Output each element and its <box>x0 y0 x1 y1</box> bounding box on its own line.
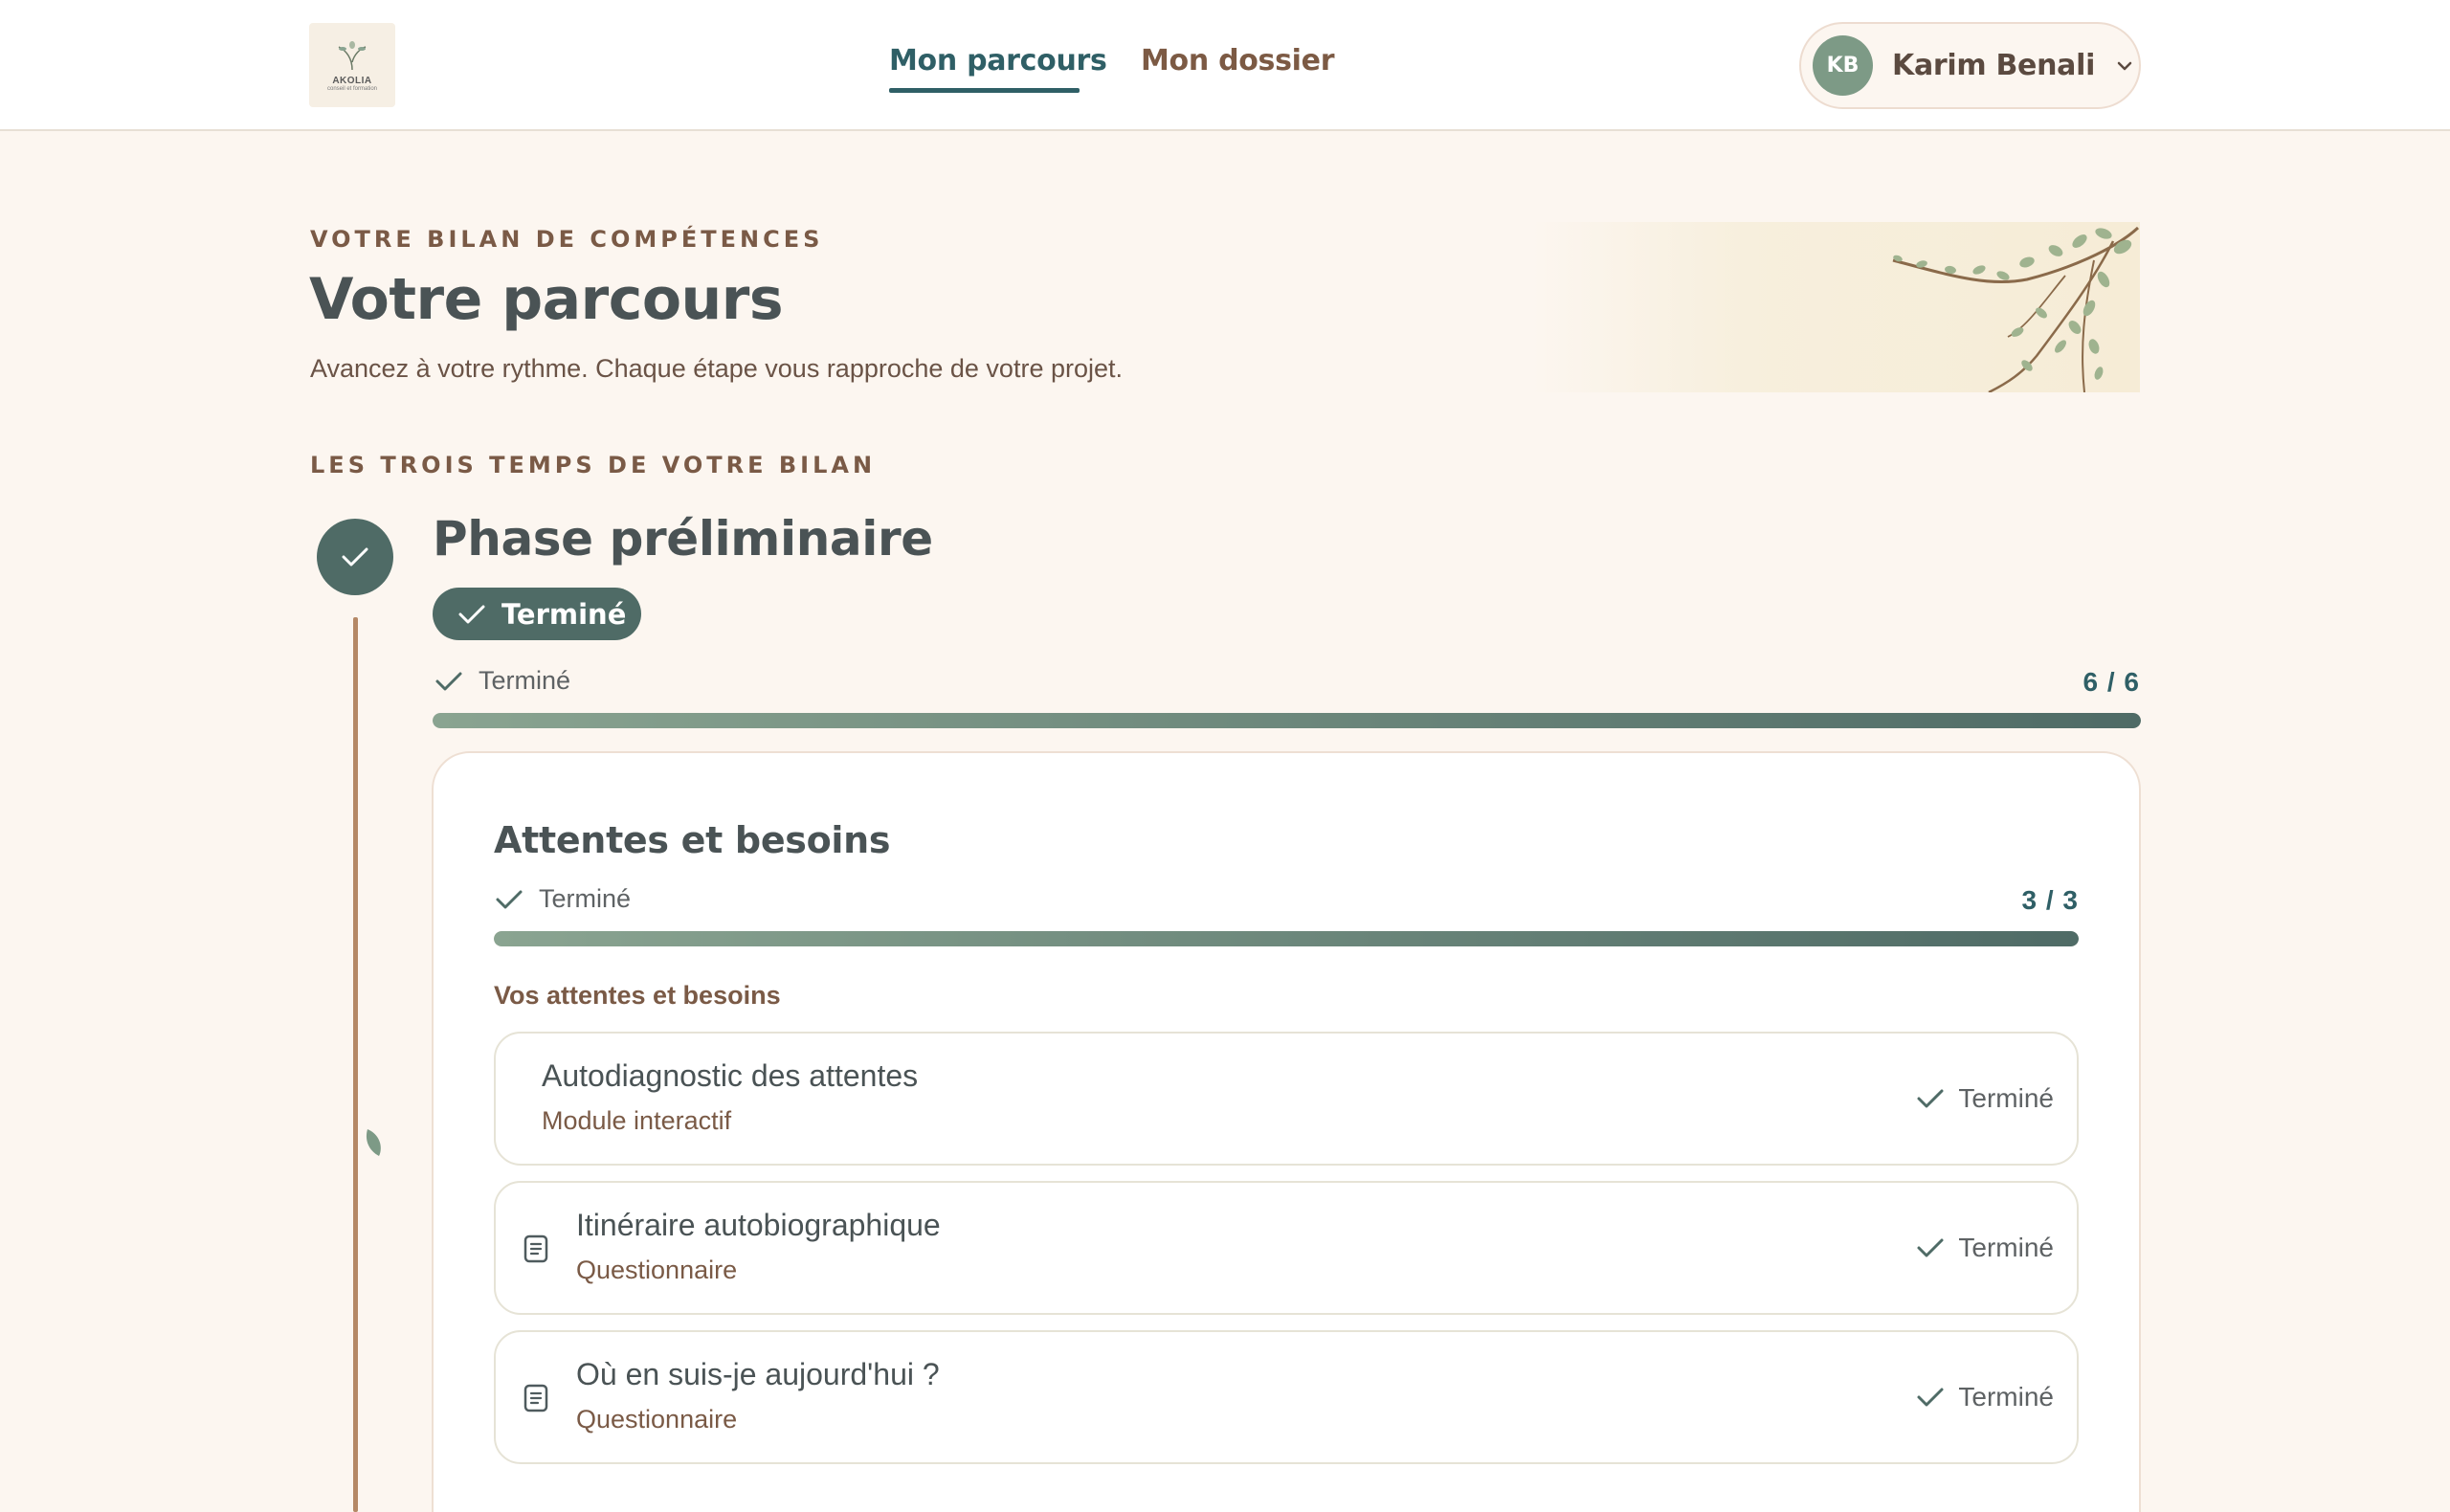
phase-status-label: Terminé <box>479 666 571 695</box>
card-status: Terminé <box>495 884 631 914</box>
nav-mon-dossier[interactable]: Mon dossier <box>1141 44 1335 78</box>
card-progress-fill <box>494 931 2079 946</box>
leaf-icon <box>366 1129 381 1156</box>
avatar: KB <box>1813 35 1873 96</box>
check-icon <box>496 890 523 908</box>
card-count: 3 / 3 <box>2021 885 2079 915</box>
document-icon <box>523 1234 548 1263</box>
check-icon <box>435 672 462 690</box>
hero-branch-illustration <box>1529 222 2140 392</box>
item-status: Terminé <box>1916 1233 2054 1263</box>
check-icon <box>1917 1238 1944 1257</box>
nav-active-indicator <box>889 88 1080 93</box>
phase-title: Phase préliminaire <box>433 511 933 567</box>
timeline-line <box>353 617 358 1512</box>
item-subtitle: Questionnaire <box>576 1256 738 1284</box>
top-navigation-bar: AKOLIA conseil et formation Mon parcours… <box>0 0 2450 131</box>
brand-logo[interactable]: AKOLIA conseil et formation <box>309 23 395 107</box>
check-icon <box>1917 1388 1944 1407</box>
phase-status: Terminé <box>434 666 570 696</box>
item-title: Autodiagnostic des attentes <box>542 1058 919 1093</box>
phase-progress-bar <box>433 713 2141 728</box>
branch-icon <box>1892 226 2140 392</box>
logo-leaf-icon <box>338 40 367 70</box>
logo-name: AKOLIA <box>332 75 372 86</box>
item-title: Où en suis-je aujourd'hui ? <box>576 1357 940 1391</box>
item-status-label: Terminé <box>1958 1382 2054 1412</box>
card-status-label: Terminé <box>539 884 632 913</box>
item-status: Terminé <box>1916 1382 2054 1412</box>
user-menu-button[interactable]: KB Karim Benali <box>1799 22 2141 109</box>
page-title: Votre parcours <box>309 266 784 333</box>
item-subtitle: Module interactif <box>542 1106 732 1135</box>
phase-status-badge: Terminé <box>433 588 641 640</box>
hero-eyebrow: VOTRE BILAN DE COMPÉTENCES <box>310 226 824 253</box>
nav-mon-parcours[interactable]: Mon parcours <box>889 44 1107 78</box>
phase-count: 6 / 6 <box>2082 667 2140 697</box>
section-label: Vos attentes et besoins <box>494 981 781 1010</box>
card-title: Attentes et besoins <box>494 819 891 861</box>
list-item-autodiagnostic[interactable]: Autodiagnostic des attentes Module inter… <box>494 1032 2079 1166</box>
item-status-label: Terminé <box>1958 1233 2054 1262</box>
item-subtitle: Questionnaire <box>576 1405 738 1434</box>
check-icon <box>342 547 368 567</box>
list-item-ou-en-suis-je[interactable]: Où en suis-je aujourd'hui ? Questionnair… <box>494 1330 2079 1464</box>
logo-tagline: conseil et formation <box>326 85 378 92</box>
item-status-label: Terminé <box>1958 1083 2054 1113</box>
user-name: Karim Benali <box>1892 49 2096 82</box>
check-icon <box>1917 1089 1944 1108</box>
check-icon <box>458 605 485 623</box>
document-icon <box>523 1384 548 1412</box>
chevron-down-icon <box>2117 61 2132 70</box>
card-progress-bar <box>494 931 2079 946</box>
item-title: Itinéraire autobiographique <box>576 1208 941 1242</box>
phase-complete-marker <box>317 519 393 595</box>
phase-progress-fill <box>433 713 2141 728</box>
page-subtitle: Avancez à votre rythme. Chaque étape vou… <box>310 354 1123 383</box>
list-item-itineraire[interactable]: Itinéraire autobiographique Questionnair… <box>494 1181 2079 1315</box>
phase-badge-label: Terminé <box>501 597 627 631</box>
item-status: Terminé <box>1916 1083 2054 1114</box>
timeline-eyebrow: LES TROIS TEMPS DE VOTRE BILAN <box>310 452 877 478</box>
